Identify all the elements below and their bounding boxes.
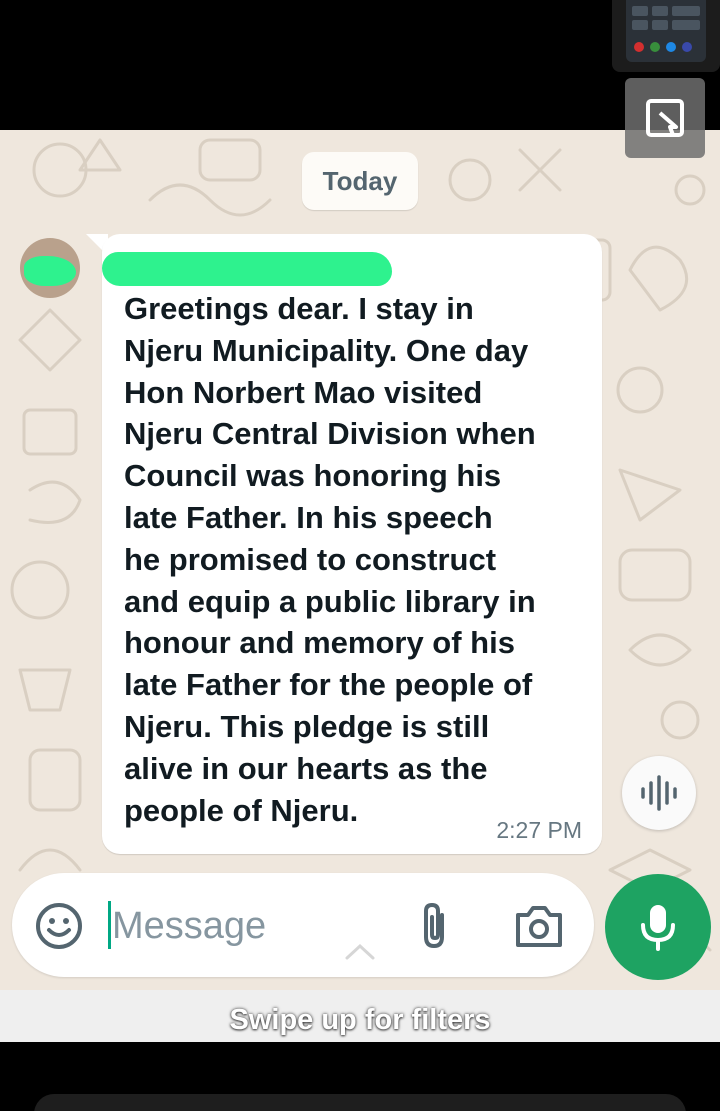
camera-icon[interactable] [514, 903, 564, 949]
thumbnail-tile [672, 6, 700, 16]
screenshot-editor-screen: Today Greetings dear. I stay in Njeru Mu… [0, 0, 720, 1111]
microphone-icon [641, 905, 675, 951]
bottom-panel-handle[interactable] [34, 1094, 686, 1111]
thumbnail-tile [652, 20, 668, 30]
thumbnail-tile [632, 6, 648, 16]
message-timestamp: 2:27 PM [496, 817, 582, 843]
chevron-up-icon[interactable] [344, 940, 376, 962]
top-black-bar [0, 0, 720, 130]
paperclip-icon[interactable] [416, 901, 456, 951]
thumbnail-tile [652, 6, 668, 16]
thumbnail-dot [650, 42, 660, 52]
voice-waveform-icon [641, 775, 677, 811]
crop-icon [646, 99, 684, 137]
bottom-bar [0, 1042, 720, 1111]
thumbnail-dot [634, 42, 644, 52]
crop-button[interactable] [625, 78, 705, 158]
date-chip: Today [302, 152, 418, 210]
message-text: Greetings dear. I stay in Njeru Municipa… [124, 291, 536, 828]
avatar-redaction [24, 256, 76, 286]
sender-avatar[interactable] [20, 238, 80, 298]
message-bubble[interactable]: Greetings dear. I stay in Njeru Municipa… [102, 234, 602, 854]
thumbnail-dot [682, 42, 692, 52]
sender-name-redaction [102, 252, 392, 286]
thumbnail-tile [672, 20, 700, 30]
thumbnail-dot [666, 42, 676, 52]
message-composer [12, 873, 594, 977]
date-chip-label: Today [322, 165, 398, 196]
screenshot-thumbnail[interactable] [612, 0, 720, 72]
swipe-filter-hint: Swipe up for filters [229, 1004, 491, 1036]
chat-area: Today Greetings dear. I stay in Njeru Mu… [0, 130, 720, 990]
thumbnail-content [626, 0, 706, 62]
thumbnail-tile [632, 20, 648, 30]
emoji-icon[interactable] [34, 901, 84, 951]
mic-button[interactable] [605, 874, 711, 980]
voice-button[interactable] [622, 756, 696, 830]
